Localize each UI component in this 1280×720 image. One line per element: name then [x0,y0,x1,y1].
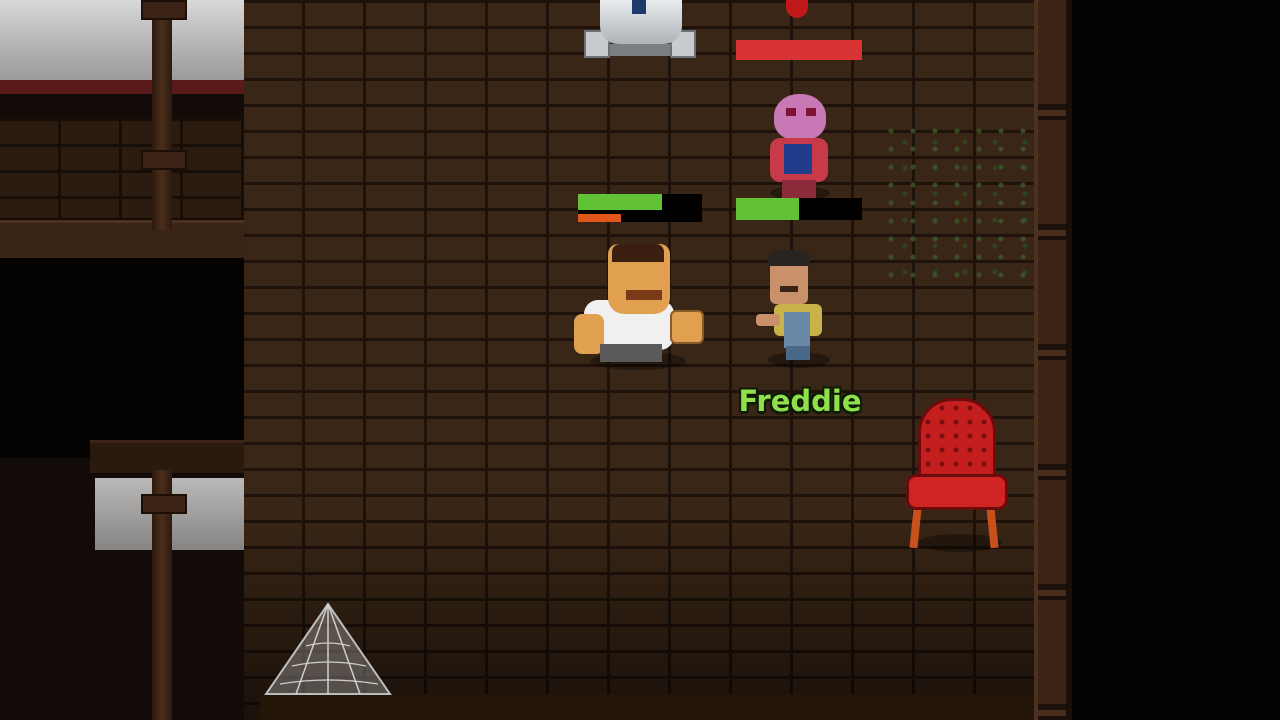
brute-stamina-fill [578,214,622,222]
pink-zombie-icon[interactable] [766,94,832,198]
right-wall-column [1034,0,1072,720]
freddie-icon[interactable] [756,250,830,362]
support-pillar-upper [152,0,172,230]
droid-robot-icon[interactable] [584,0,696,60]
pillar-cap-icon [141,0,187,20]
zombie-health-fill [736,198,799,220]
floor-edge [260,694,1034,720]
game-viewport[interactable]: Freddie [0,0,1280,720]
pillar-joint-icon [141,150,187,170]
spider-web-icon [262,600,394,696]
wall-ledge [0,220,244,263]
enemy-health-fill [736,40,862,60]
enemy-health-bar [736,40,862,60]
right-void [1072,0,1280,720]
brawler-icon[interactable] [574,244,704,362]
window-top-left [0,0,244,94]
player-name-label: Freddie [738,384,862,418]
dark-doorway [0,258,280,458]
wall-ledge-lower [90,440,244,473]
moss-icon [880,122,1032,278]
red-armchair-icon[interactable] [906,398,1008,550]
brute-health-fill [578,194,663,210]
brute-health-bar [578,194,702,222]
pillar-joint-icon [141,494,187,514]
zombie-health-bar [736,198,862,220]
upper-floor-left [0,118,244,218]
